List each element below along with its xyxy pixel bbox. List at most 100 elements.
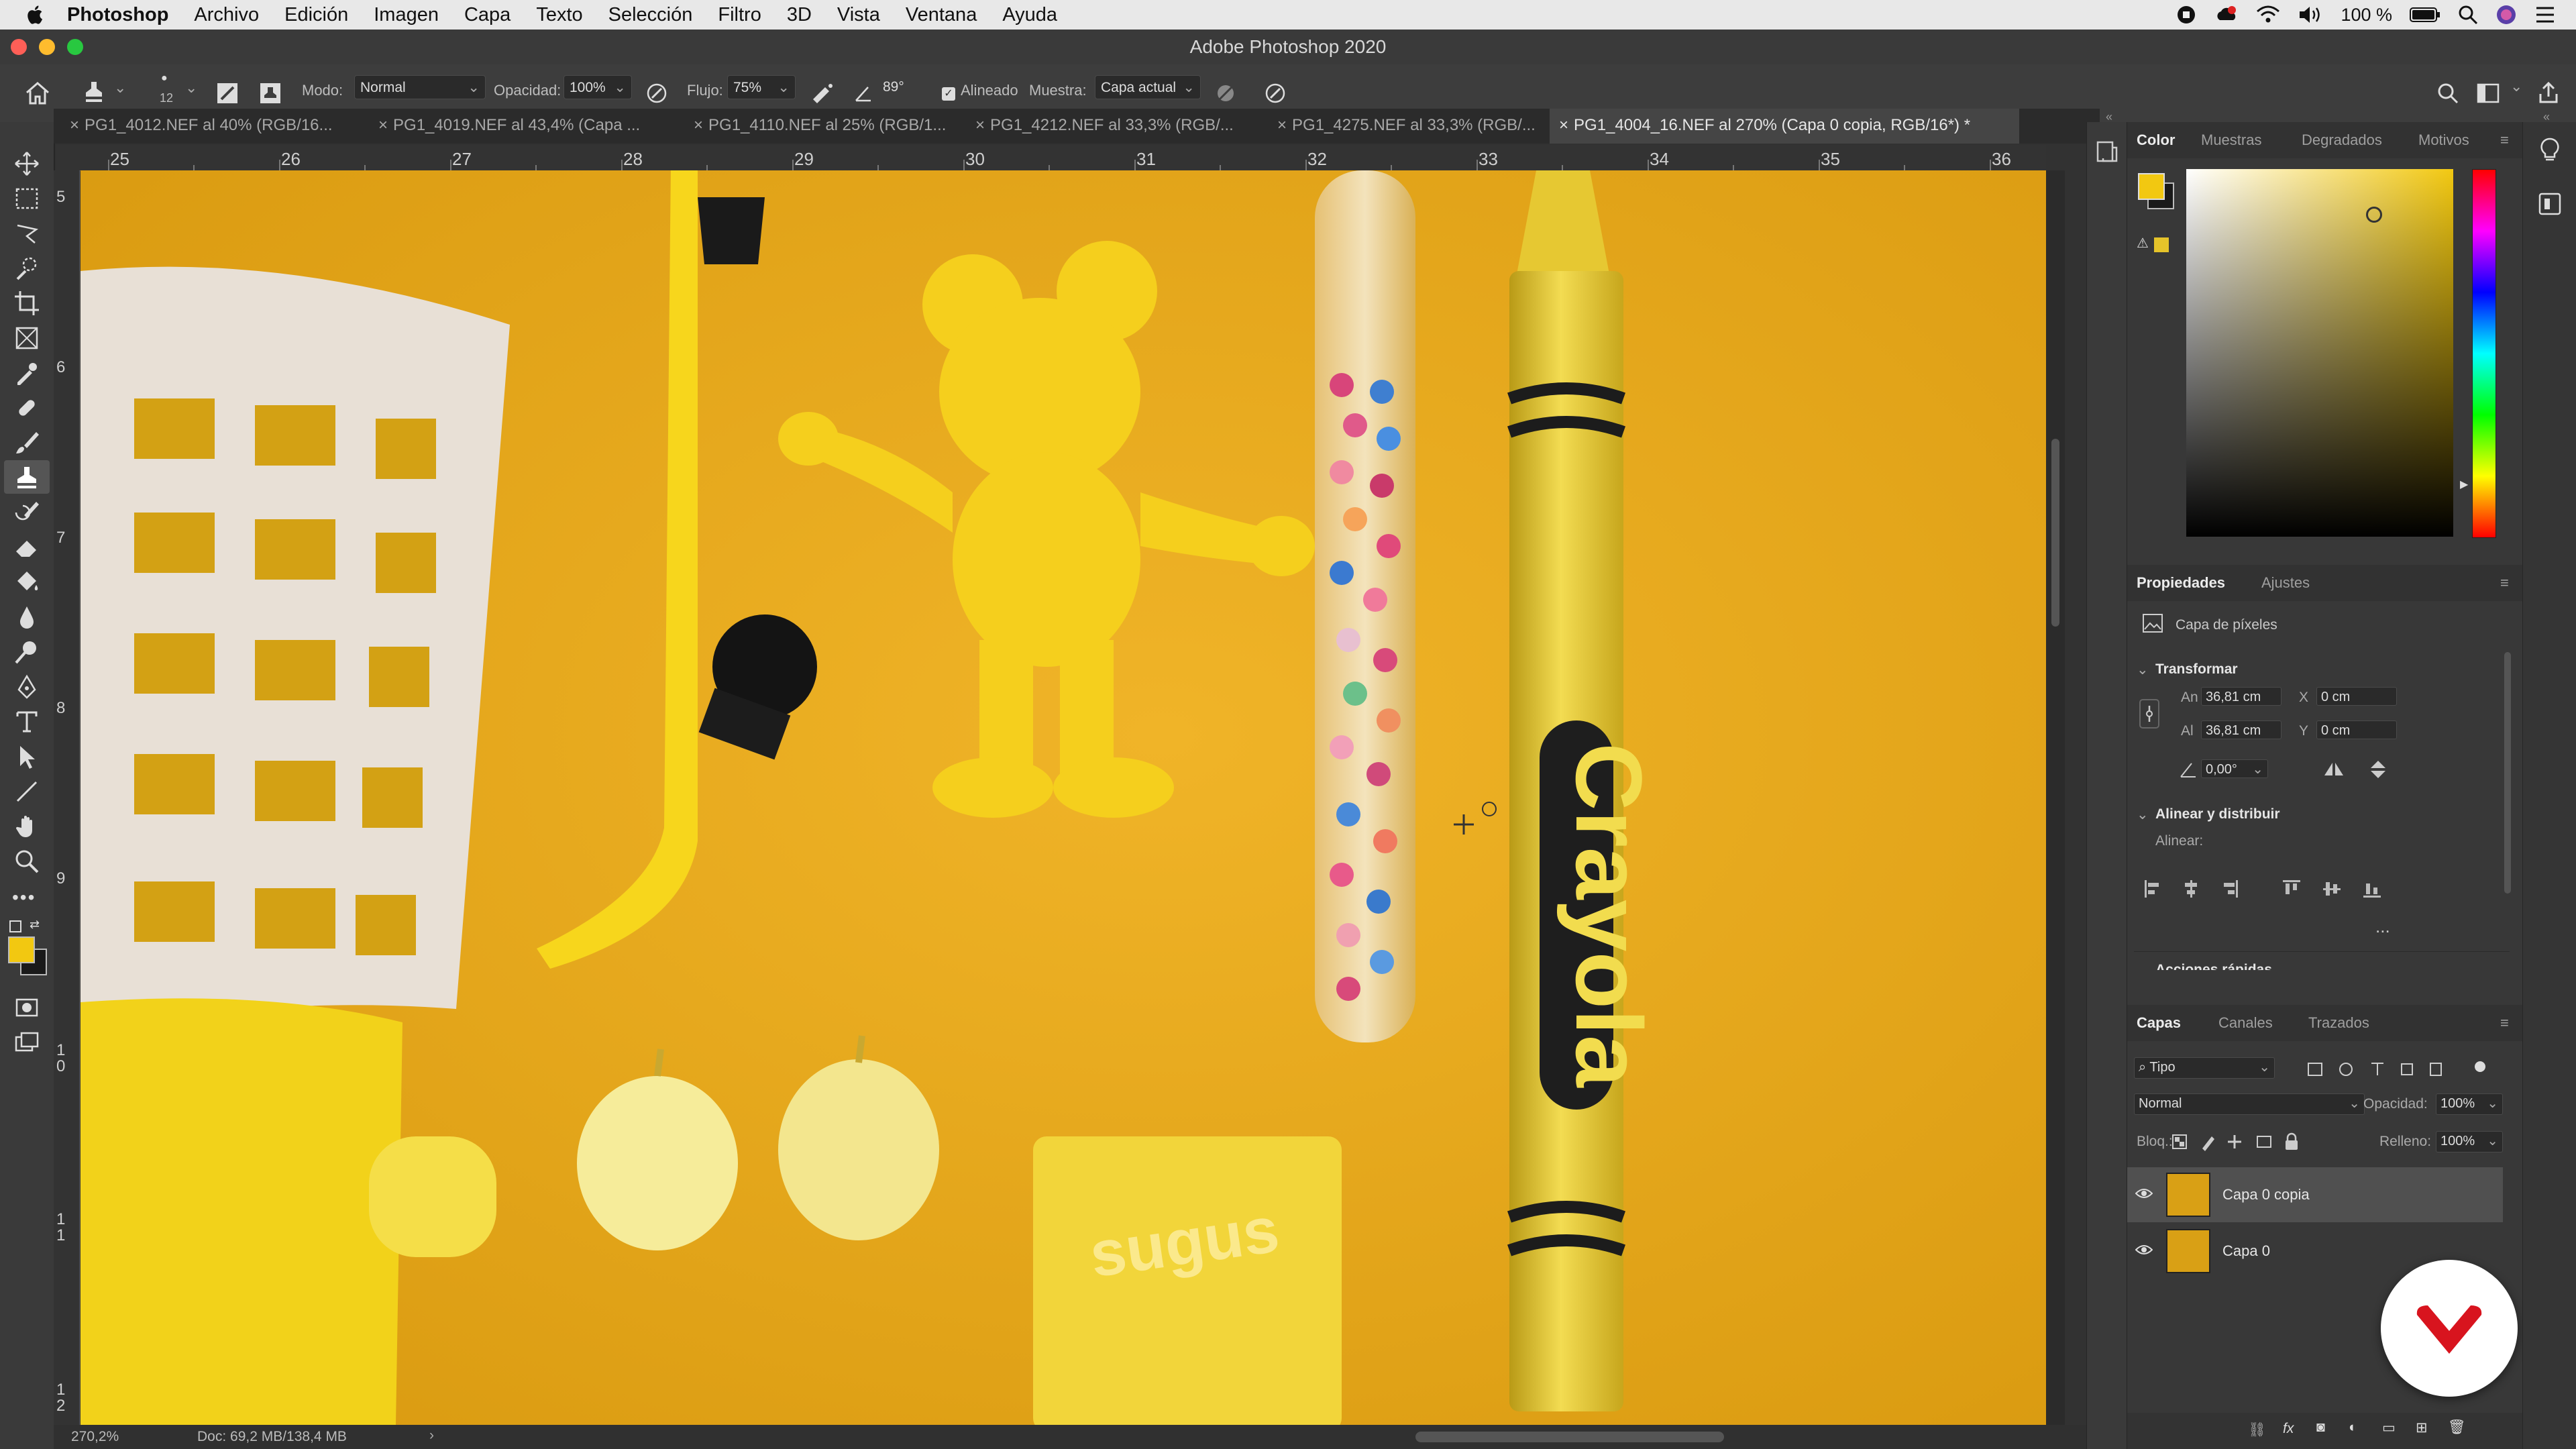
tab-document-5[interactable]: × PG1_4275.NEF al 33,3% (RGB/... — [1268, 109, 1570, 144]
chevron-down-icon[interactable]: ⌄ — [2137, 806, 2149, 823]
sample-select[interactable]: Capa actual ⌄ — [1095, 75, 1201, 99]
opacity-input[interactable]: 100% ⌄ — [564, 75, 632, 99]
close-tab-icon[interactable]: × — [975, 116, 985, 134]
zoom-tool-icon[interactable] — [13, 848, 40, 875]
hue-slider[interactable] — [2472, 169, 2496, 538]
width-input[interactable]: 36,81 cm — [2201, 687, 2282, 706]
tab-muestras[interactable]: Muestras — [2201, 131, 2261, 149]
learn-panel-icon[interactable] — [2538, 137, 2562, 164]
status-menu-arrow-icon[interactable]: › — [429, 1428, 434, 1444]
align-bottom-icon[interactable] — [2363, 883, 2381, 898]
close-tab-icon[interactable]: × — [378, 116, 388, 134]
quick-selection-tool-icon[interactable] — [13, 255, 40, 282]
ignore-adjustment-layers-icon[interactable] — [1214, 82, 1237, 105]
tab-canales[interactable]: Canales — [2218, 1014, 2273, 1032]
new-layer-icon[interactable]: ⊞ — [2416, 1419, 2428, 1436]
apple-icon[interactable] — [24, 3, 47, 26]
history-panel-icon[interactable] — [2094, 138, 2121, 165]
adjustment-layer-icon[interactable]: ◐ — [2349, 1419, 2357, 1436]
brush-tool-icon[interactable] — [13, 429, 40, 456]
home-icon[interactable] — [24, 80, 51, 106]
close-tab-icon[interactable]: × — [1559, 116, 1568, 134]
properties-scrollbar[interactable] — [2504, 652, 2511, 894]
horizontal-scroll-thumb[interactable] — [1415, 1432, 1724, 1442]
transform-title[interactable]: Transformar — [2155, 661, 2238, 678]
swap-colors-icon[interactable]: ⇄ — [30, 918, 40, 932]
menu-ayuda[interactable]: Ayuda — [1002, 4, 1057, 26]
menu-3d[interactable]: 3D — [787, 4, 812, 26]
color-picker-ring[interactable] — [2366, 207, 2382, 223]
notification-center-icon[interactable] — [2534, 5, 2556, 24]
menu-capa[interactable]: Capa — [464, 4, 511, 26]
angle-input[interactable]: 89° — [877, 75, 920, 99]
fill-input[interactable]: 100% ⌄ — [2436, 1131, 2503, 1152]
filter-adjustment-icon[interactable] — [2339, 1063, 2353, 1076]
gamut-swatch[interactable] — [2154, 237, 2169, 252]
layer-name[interactable]: Capa 0 copia — [2222, 1186, 2310, 1203]
lock-transparent-icon[interactable] — [2172, 1134, 2187, 1149]
tab-ajustes[interactable]: Ajustes — [2261, 574, 2310, 592]
creative-cloud-icon[interactable] — [2214, 4, 2239, 25]
marquee-tool-icon[interactable] — [13, 185, 40, 212]
workspace-icon[interactable] — [2477, 83, 2500, 103]
eyedropper-tool-icon[interactable] — [13, 360, 40, 386]
tab-color[interactable]: Color — [2137, 131, 2175, 149]
clone-stamp-preset-icon[interactable] — [82, 79, 106, 106]
airbrush-icon[interactable] — [810, 82, 835, 105]
screen-mode-icon[interactable] — [13, 1030, 40, 1057]
zoom-level[interactable]: 270,2% — [71, 1429, 119, 1445]
quick-actions-title[interactable]: Acciones rápidas — [2155, 962, 2272, 970]
history-brush-tool-icon[interactable] — [13, 499, 40, 526]
default-colors-icon[interactable] — [9, 920, 21, 932]
tab-trazados[interactable]: Trazados — [2308, 1014, 2369, 1032]
fg-color-chip[interactable] — [2138, 173, 2165, 200]
search-icon[interactable] — [2436, 82, 2459, 105]
tab-capas[interactable]: Capas — [2137, 1014, 2181, 1032]
hue-slider-marker-icon[interactable]: ▶ — [2460, 478, 2468, 491]
quick-mask-icon[interactable] — [13, 994, 40, 1021]
menu-filtro[interactable]: Filtro — [718, 4, 761, 26]
spotlight-search-icon[interactable] — [2458, 5, 2478, 25]
close-tab-icon[interactable]: × — [1277, 116, 1287, 134]
dodge-tool-icon[interactable] — [13, 639, 40, 665]
lock-image-icon[interactable] — [2202, 1136, 2214, 1151]
tab-motivos[interactable]: Motivos — [2418, 131, 2469, 149]
tab-document-1[interactable]: × PG1_4012.NEF al 40% (RGB/16... — [60, 109, 369, 144]
foreground-color-swatch[interactable] — [8, 936, 35, 963]
flip-vertical-icon[interactable] — [2369, 759, 2387, 780]
tab-document-3[interactable]: × PG1_4110.NEF al 25% (RGB/1... — [684, 109, 966, 144]
filter-shape-icon[interactable] — [2401, 1063, 2413, 1075]
tab-document-4[interactable]: × PG1_4212.NEF al 33,3% (RGB/... — [966, 109, 1268, 144]
brush-settings-icon[interactable] — [216, 82, 239, 105]
tab-propiedades[interactable]: Propiedades — [2137, 574, 2225, 592]
filter-toggle-icon[interactable] — [2475, 1061, 2485, 1072]
siri-icon[interactable] — [2496, 4, 2517, 25]
pen-tool-icon[interactable] — [13, 674, 40, 700]
align-middle-v-icon[interactable] — [2323, 882, 2341, 896]
panel-menu-icon[interactable]: ≡ — [2500, 1014, 2509, 1032]
menu-texto[interactable]: Texto — [536, 4, 582, 26]
move-tool-icon[interactable] — [13, 150, 40, 177]
layer-filter-select[interactable]: ⌕ Tipo ⌄ — [2134, 1057, 2275, 1079]
lock-position-icon[interactable] — [2228, 1135, 2241, 1148]
scroll-thumb[interactable] — [2051, 439, 2059, 627]
link-layers-icon[interactable]: ⛓ — [2248, 1422, 2266, 1438]
panel-menu-icon[interactable]: ≡ — [2500, 131, 2509, 149]
path-selection-tool-icon[interactable] — [13, 743, 40, 770]
type-tool-icon[interactable] — [13, 708, 40, 735]
trash-icon[interactable]: 🗑 — [2448, 1419, 2466, 1436]
chevron-down-icon[interactable]: ⌄ — [114, 79, 126, 97]
new-group-icon[interactable]: ▭ — [2382, 1419, 2396, 1436]
clone-source-icon[interactable] — [259, 82, 282, 105]
close-tab-icon[interactable]: × — [70, 116, 79, 134]
more-tools-icon[interactable]: ••• — [12, 887, 36, 908]
frame-tool-icon[interactable] — [13, 325, 40, 352]
gamut-warning-icon[interactable]: ⚠ — [2137, 235, 2149, 252]
tab-document-active[interactable]: × PG1_4004_16.NEF al 270% (Capa 0 copia, … — [1550, 109, 2019, 144]
healing-brush-tool-icon[interactable] — [13, 394, 40, 421]
wifi-icon[interactable] — [2256, 5, 2280, 25]
vertical-scrollbar[interactable] — [2046, 170, 2065, 1425]
height-input[interactable]: 36,81 cm — [2201, 720, 2282, 739]
angle-input[interactable]: 0,00° ⌄ — [2201, 759, 2268, 778]
document-canvas[interactable]: Crayola sugus — [80, 170, 2046, 1425]
